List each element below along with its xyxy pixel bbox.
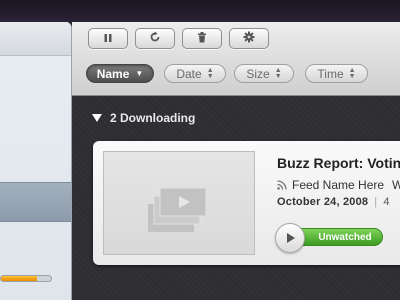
settings-button[interactable] — [229, 28, 269, 49]
sidebar — [0, 22, 72, 300]
item-title[interactable]: Buzz Report: Votin — [277, 155, 400, 171]
toolbar: Name ▼ Date ▲ ▼ Size ▲ ▼ Time ▲ ▼ — [72, 22, 400, 96]
sidebar-item-selected[interactable] — [0, 182, 71, 222]
downloads-list: 2 Downloading Buzz Report: Votin Feed Na… — [72, 96, 400, 300]
pause-button[interactable] — [88, 28, 128, 49]
trash-icon — [197, 30, 207, 48]
play-button[interactable] — [275, 223, 305, 253]
refresh-button[interactable] — [135, 28, 175, 49]
sort-updown-icon: ▲ ▼ — [348, 66, 356, 80]
sort-date-button[interactable]: Date ▲ ▼ — [164, 64, 226, 83]
sort-date-label: Date — [176, 66, 202, 81]
section-label: 2 Downloading — [110, 111, 196, 125]
pause-icon — [103, 30, 113, 48]
sort-name-button[interactable]: Name ▼ — [86, 64, 154, 83]
item-date-row: October 24, 2008 | 4 — [277, 196, 390, 208]
item-date: October 24, 2008 — [277, 196, 369, 208]
sort-updown-icon: ▲ ▼ — [206, 66, 214, 80]
sort-size-label: Size — [246, 66, 270, 81]
sidebar-download-progress — [0, 275, 52, 282]
sort-updown-icon: ▲ ▼ — [274, 66, 282, 80]
gear-icon — [243, 30, 255, 48]
window-top-strip — [0, 0, 400, 22]
item-feed-extra: W — [392, 178, 400, 192]
separator: | — [374, 196, 378, 208]
chevron-down-icon: ▼ — [135, 69, 144, 78]
section-header-downloading[interactable]: 2 Downloading — [92, 111, 195, 125]
disclosure-triangle-icon[interactable] — [92, 114, 102, 122]
delete-button[interactable] — [182, 28, 222, 49]
item-feed-row: Feed Name Here W — [277, 178, 400, 192]
sort-time-label: Time — [317, 66, 344, 81]
sort-size-button[interactable]: Size ▲ ▼ — [234, 64, 294, 83]
video-thumbnail[interactable] — [103, 151, 255, 255]
play-icon — [287, 233, 295, 243]
refresh-icon — [149, 30, 161, 48]
item-feed-name[interactable]: Feed Name Here — [292, 178, 384, 192]
sort-name-label: Name — [96, 66, 130, 81]
sort-time-button[interactable]: Time ▲ ▼ — [305, 64, 368, 83]
download-item-card[interactable]: Buzz Report: Votin Feed Name Here W Octo… — [93, 141, 400, 265]
status-badge: Unwatched — [301, 228, 383, 246]
sidebar-header — [0, 22, 71, 56]
rss-icon — [277, 180, 287, 190]
item-size: 4 — [383, 196, 390, 208]
progress-fill — [1, 276, 37, 281]
video-placeholder-icon — [148, 187, 207, 232]
